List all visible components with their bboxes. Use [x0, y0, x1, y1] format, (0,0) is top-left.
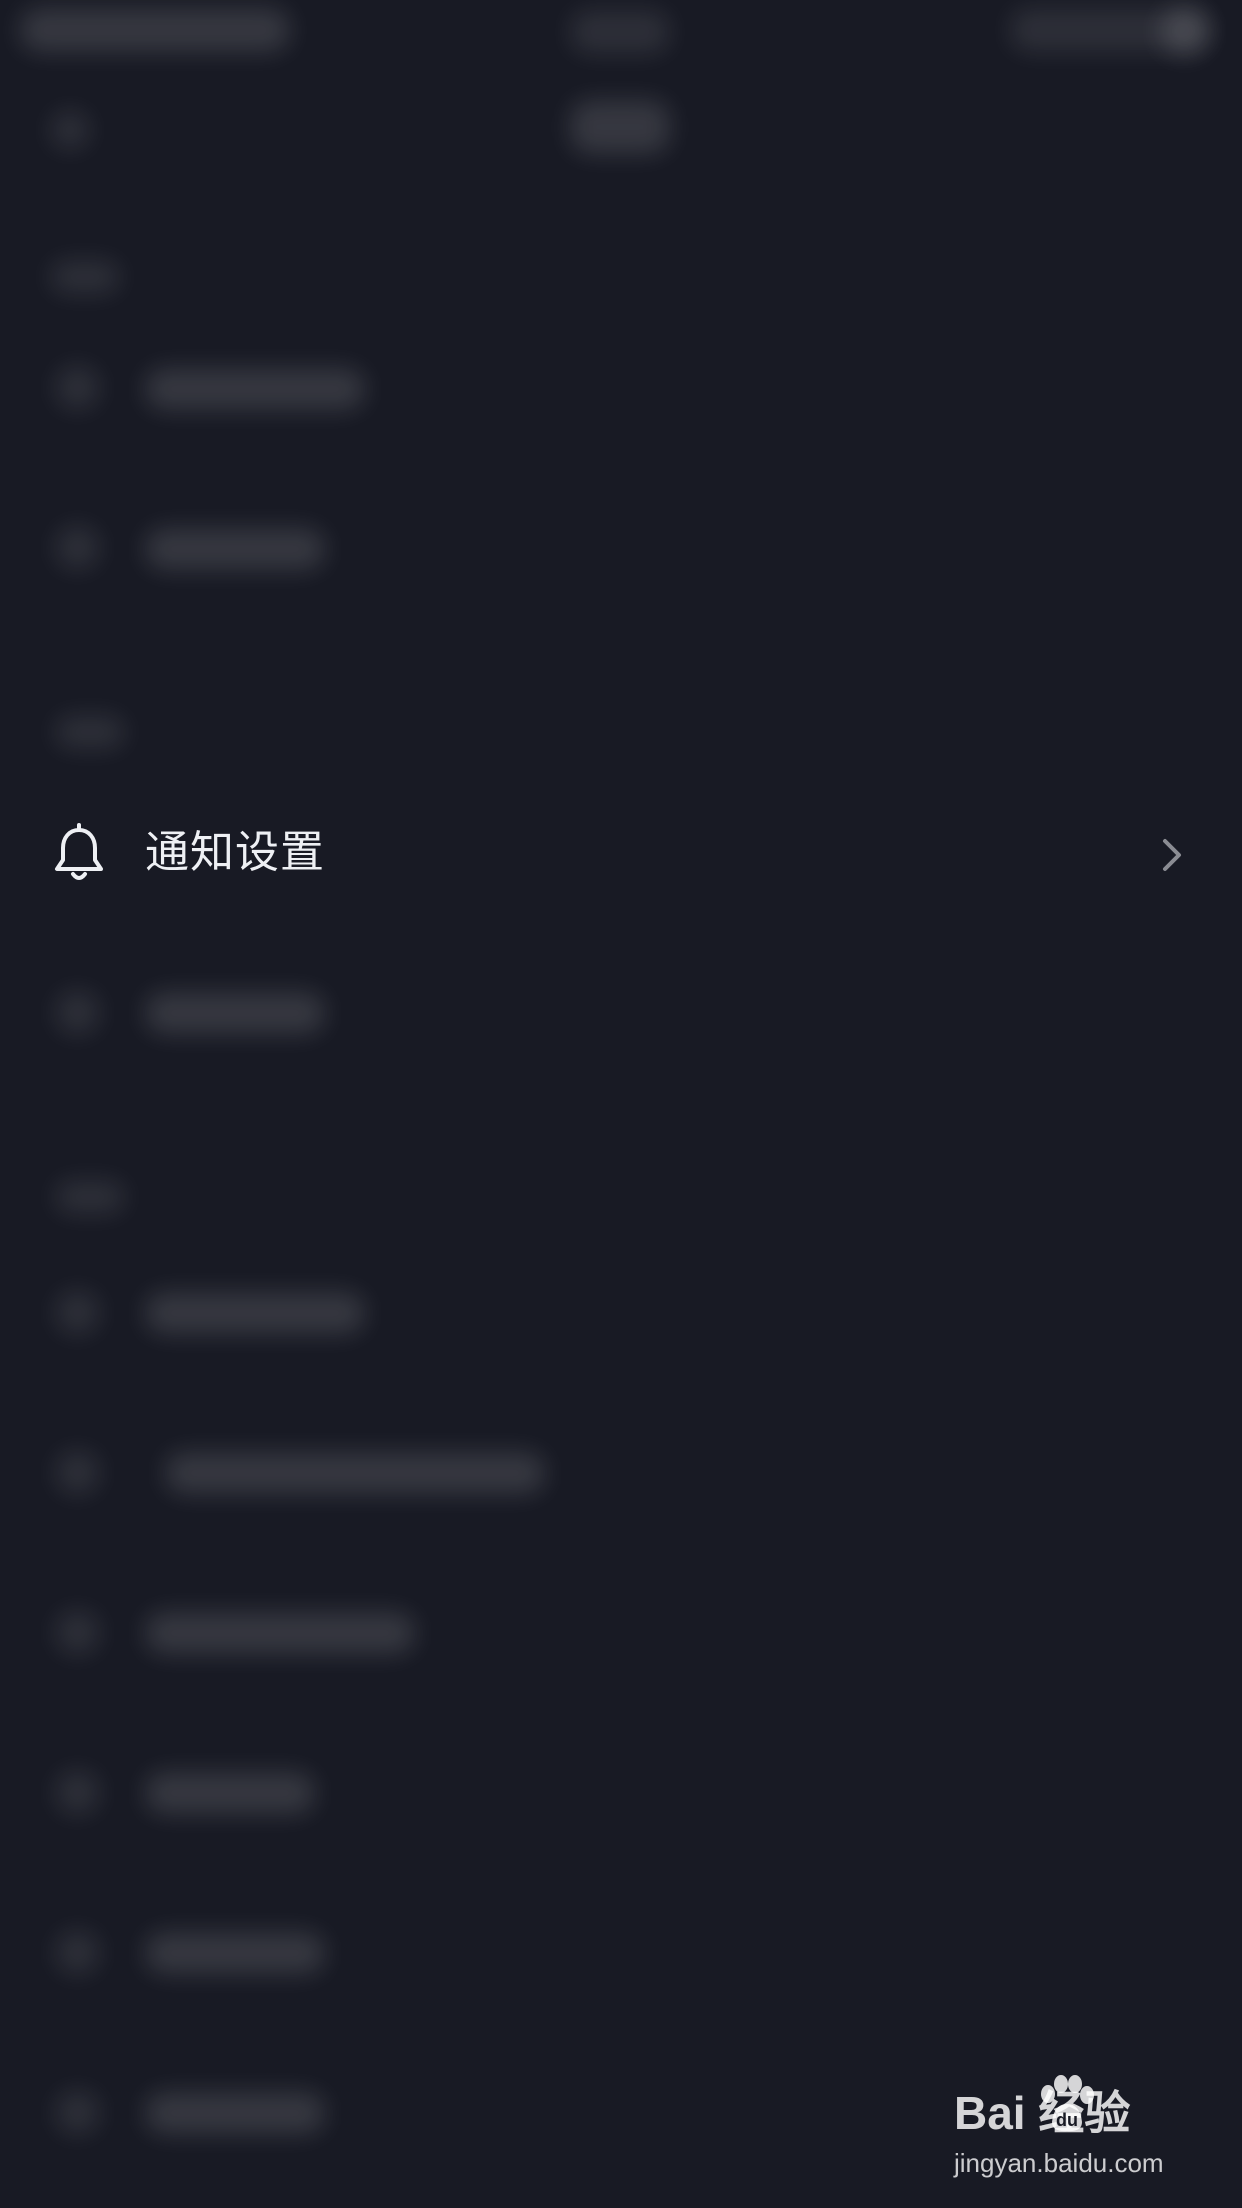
blurred-section-heading — [55, 715, 125, 749]
blurred-row-label — [145, 1612, 415, 1654]
svg-text:du: du — [1056, 2110, 1078, 2130]
notification-settings-label: 通知设置 — [145, 827, 325, 878]
blurred-row-icon — [55, 525, 100, 570]
blurred-row-label — [145, 1932, 325, 1974]
notification-settings-row[interactable]: 通知设置 — [0, 800, 1242, 910]
blurred-row-icon — [55, 1450, 100, 1495]
bell-icon — [50, 822, 108, 884]
blurred-row-icon — [55, 1290, 100, 1335]
settings-screen: 通知设置 Bai 经验 du jingyan.baidu.com — [0, 0, 1242, 2208]
blurred-row-icon — [55, 2090, 100, 2135]
blurred-row-label — [165, 1452, 545, 1494]
blurred-header-center — [570, 10, 670, 54]
blurred-header-left — [20, 8, 290, 52]
paw-icon: du — [1034, 2074, 1098, 2134]
blurred-row-label — [145, 368, 365, 410]
blurred-row-label — [145, 1292, 365, 1334]
baidu-jingyan-watermark: Bai 经验 du jingyan.baidu.com — [950, 2072, 1190, 2182]
watermark-url: jingyan.baidu.com — [954, 2148, 1164, 2178]
blurred-row-label — [145, 2092, 325, 2134]
blurred-section-heading — [55, 1180, 125, 1214]
blurred-section-heading — [50, 260, 120, 294]
blurred-row-icon — [55, 1770, 100, 1815]
blurred-header-badge — [1160, 6, 1210, 56]
blurred-row-label — [145, 528, 325, 570]
chevron-right-icon — [1160, 836, 1184, 874]
blurred-row-label — [145, 1772, 315, 1814]
blurred-row-icon — [55, 1930, 100, 1975]
blurred-back-icon — [50, 110, 90, 150]
blurred-row-icon — [55, 990, 100, 1035]
blurred-title — [570, 100, 670, 154]
blurred-row-icon — [55, 1610, 100, 1655]
blurred-row-label — [145, 992, 325, 1034]
blurred-row-icon — [55, 365, 100, 410]
